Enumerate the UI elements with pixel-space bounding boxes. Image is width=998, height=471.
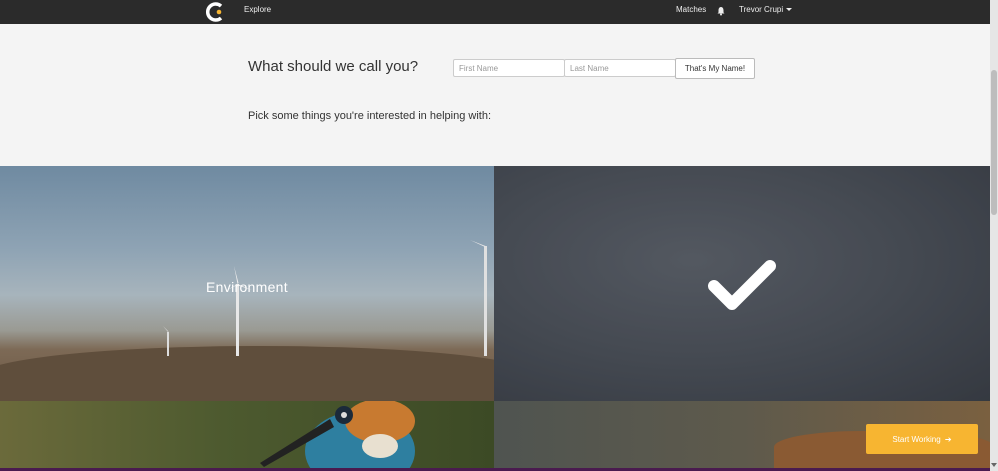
first-name-input[interactable]	[453, 59, 565, 77]
kingfisher-bird-image	[260, 401, 415, 471]
caret-down-icon	[786, 8, 793, 12]
start-working-label: Start Working	[892, 434, 941, 444]
start-working-button[interactable]: Start Working ➔	[866, 424, 978, 454]
page-scrollbar[interactable]	[990, 0, 998, 471]
interest-tile-selected[interactable]	[494, 166, 990, 401]
top-navbar: Explore Matches Trevor Crupi	[0, 0, 990, 24]
interest-tile-environment[interactable]: Environment	[0, 166, 494, 401]
scroll-down-arrow-icon[interactable]	[991, 463, 997, 467]
wind-turbine-image	[163, 326, 169, 356]
user-name: Trevor Crupi	[739, 5, 784, 14]
submit-name-button[interactable]: That's My Name!	[675, 58, 755, 79]
nav-explore-link[interactable]: Explore	[244, 5, 271, 14]
arrow-right-icon: ➔	[944, 434, 952, 444]
user-menu-dropdown[interactable]: Trevor Crupi	[739, 5, 793, 14]
name-question-heading: What should we call you?	[248, 58, 419, 75]
logo-icon[interactable]	[206, 2, 226, 22]
last-name-input[interactable]	[564, 59, 676, 77]
interest-tile-wildlife[interactable]	[0, 401, 494, 471]
check-icon	[708, 260, 776, 310]
scrollbar-thumb[interactable]	[991, 70, 997, 215]
nav-matches-link[interactable]: Matches	[676, 5, 706, 14]
interests-heading: Pick some things you're interested in he…	[248, 110, 492, 122]
wind-turbine-image	[470, 240, 487, 356]
bell-icon[interactable]	[716, 6, 726, 16]
interest-tile-label: Environment	[206, 279, 288, 295]
